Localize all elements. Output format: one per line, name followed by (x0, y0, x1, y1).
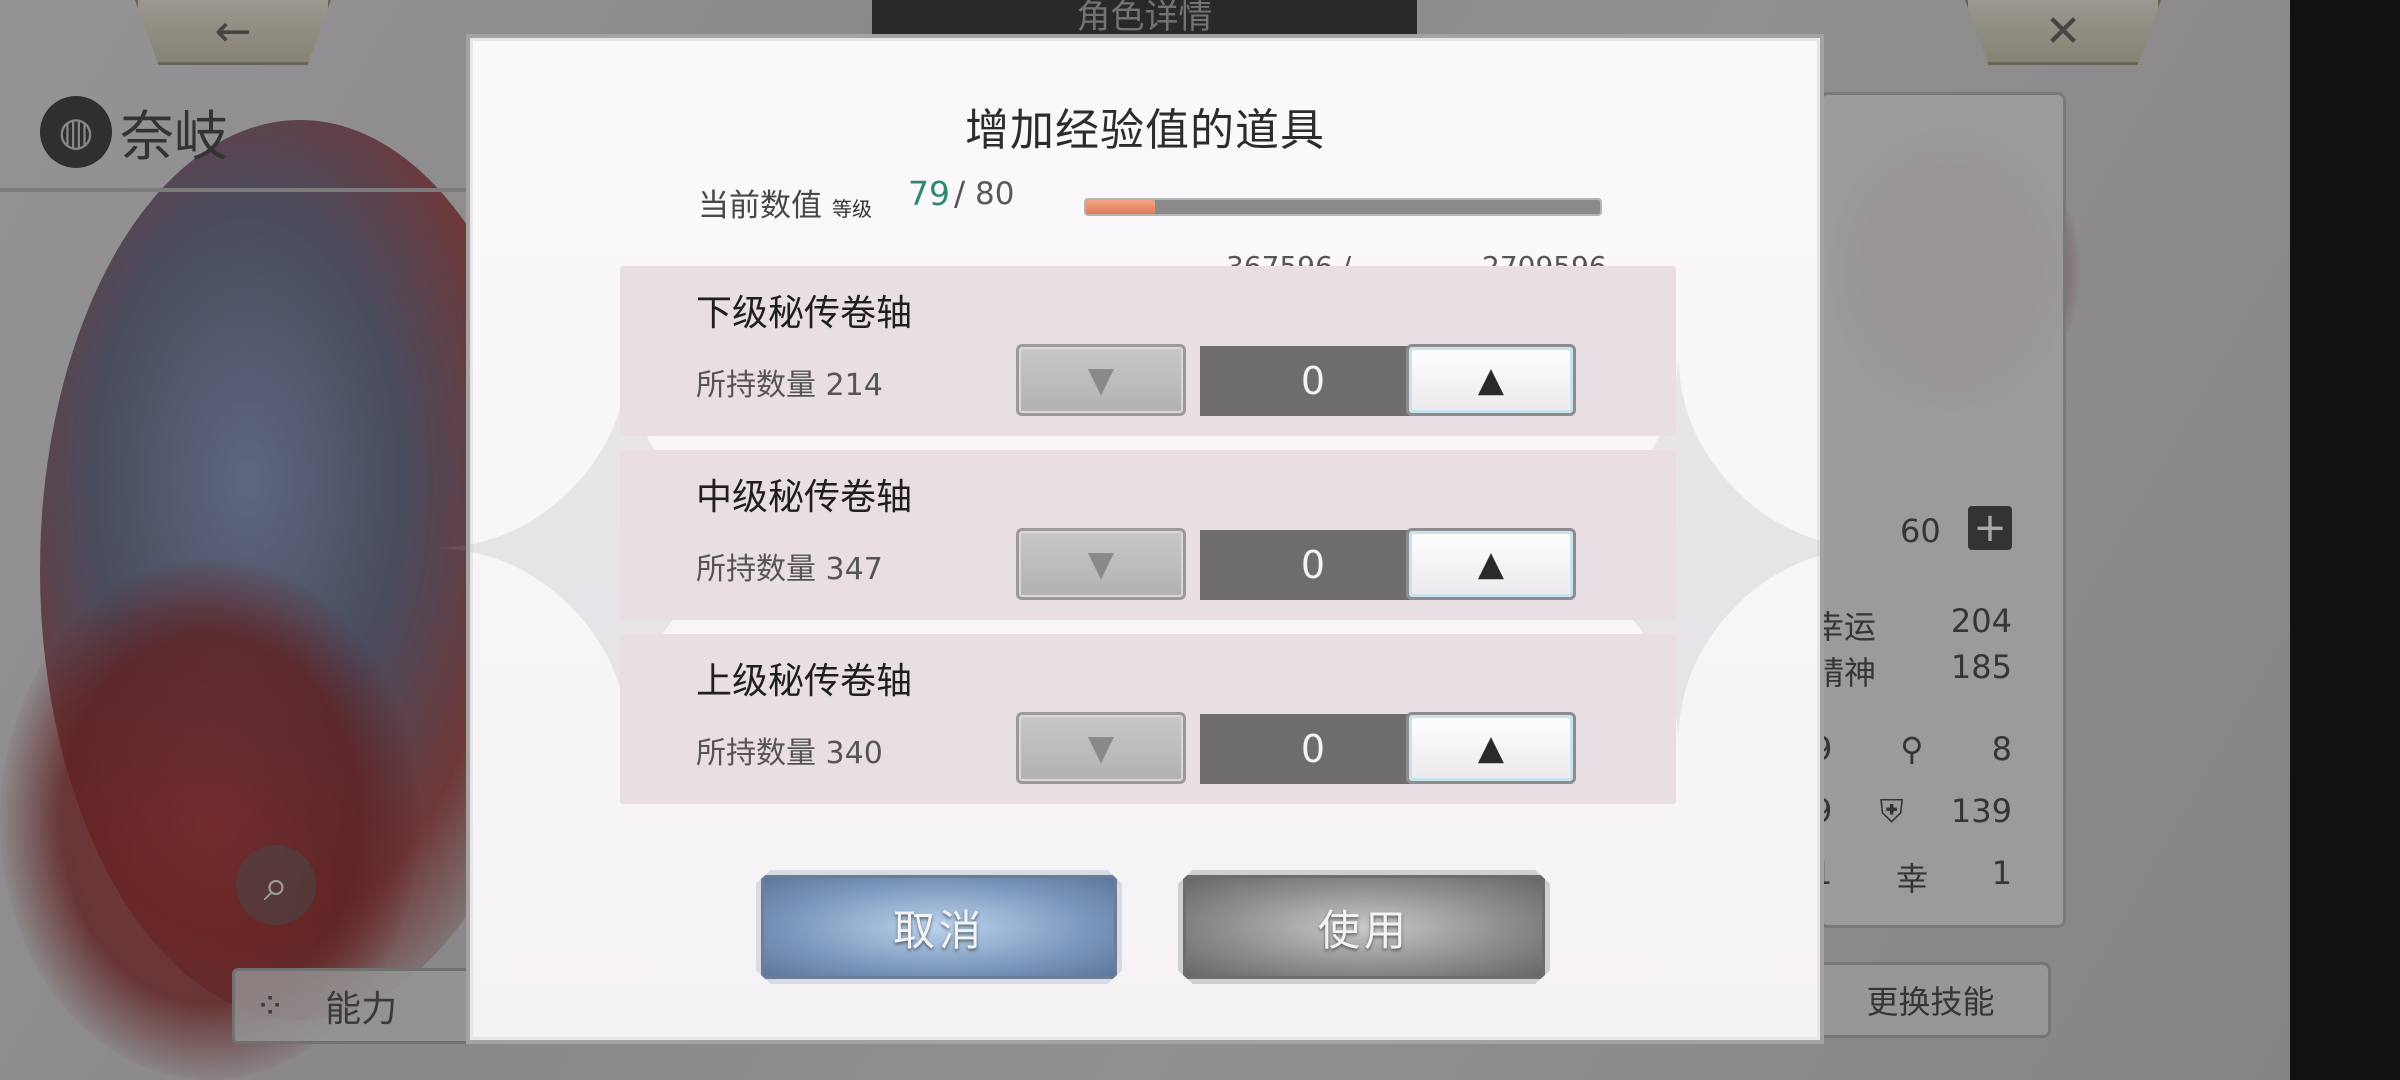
screen-edge (2290, 0, 2400, 1080)
item-owned-count: 所持数量 214 (696, 368, 883, 403)
increase-button[interactable]: ▲ (1406, 344, 1576, 416)
chevron-down-icon: ▼ (1087, 728, 1115, 768)
item-card: 中级秘传卷轴 所持数量 347 ▼ 0 ▲ (620, 450, 1676, 620)
level-current: 79 (908, 174, 950, 213)
dialog-title: 增加经验值的道具 (965, 105, 1325, 156)
current-level-label: 当前数值 等级 (698, 180, 872, 225)
increase-button[interactable]: ▲ (1406, 712, 1576, 784)
item-card: 上级秘传卷轴 所持数量 340 ▼ 0 ▲ (620, 634, 1676, 804)
item-name: 下级秘传卷轴 (696, 293, 913, 334)
chevron-down-icon: ▼ (1087, 544, 1115, 584)
exp-progress-fill (1086, 200, 1156, 214)
quantity-display: 0 (1200, 346, 1426, 416)
quantity-display: 0 (1200, 714, 1426, 784)
level-separator: / (954, 174, 966, 213)
exp-progress-bar (1084, 198, 1602, 216)
exp-item-dialog: ✦ ✦ 增加经验值的道具 当前数值 等级 79 / 80 367596 / 27… (410, 34, 1896, 1044)
item-card: 下级秘传卷轴 所持数量 214 ▼ 0 ▲ (620, 266, 1676, 436)
chevron-up-icon: ▲ (1477, 544, 1505, 584)
decrease-button[interactable]: ▼ (1016, 528, 1186, 600)
quantity-display: 0 (1200, 530, 1426, 600)
item-owned-count: 所持数量 340 (696, 736, 883, 771)
decrease-button[interactable]: ▼ (1016, 712, 1186, 784)
decrease-button[interactable]: ▼ (1016, 344, 1186, 416)
chevron-up-icon: ▲ (1477, 728, 1505, 768)
current-label: 当前数值 (698, 188, 822, 224)
chevron-up-icon: ▲ (1477, 360, 1505, 400)
increase-button[interactable]: ▲ (1406, 528, 1576, 600)
level-max: 80 (975, 176, 1015, 212)
use-button[interactable]: 使用 (1178, 870, 1550, 984)
item-owned-count: 所持数量 347 (696, 552, 883, 587)
chevron-down-icon: ▼ (1087, 360, 1115, 400)
cancel-button[interactable]: 取消 (756, 870, 1122, 984)
item-name: 中级秘传卷轴 (696, 477, 913, 518)
item-name: 上级秘传卷轴 (696, 661, 913, 702)
level-tag: 等级 (832, 197, 872, 221)
